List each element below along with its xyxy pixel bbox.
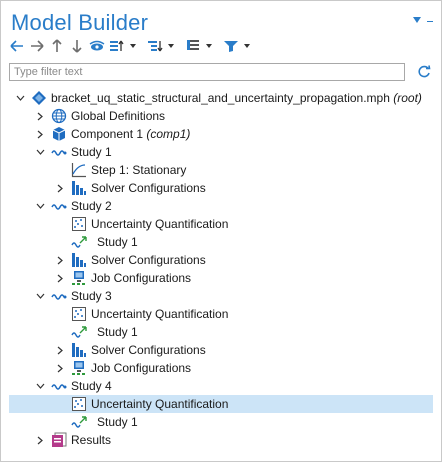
solver-icon <box>71 252 87 268</box>
expand-chevron-icon[interactable] <box>35 107 45 125</box>
uncertainty-quantification-icon <box>71 216 87 232</box>
toolbar <box>9 37 251 55</box>
solver-configurations-label: Solver Configurations <box>91 253 206 267</box>
solver-icon <box>71 180 87 196</box>
results-label: Results <box>71 433 112 447</box>
expand-chevron-icon[interactable] <box>35 431 45 449</box>
job-configurations-icon <box>71 270 87 286</box>
filter-dropdown[interactable] <box>243 38 251 54</box>
refresh-icon[interactable] <box>415 63 433 81</box>
tree-item-study-reference[interactable]: Study 1 <box>9 233 433 251</box>
solver-icon <box>71 342 87 358</box>
collapse-chevron-icon[interactable] <box>35 377 45 395</box>
model-file-icon <box>31 90 47 106</box>
uncertainty-quantification-label: Uncertainty Quantification <box>91 397 229 411</box>
tree-item-uncertainty-quantification-selected[interactable]: Uncertainty Quantification <box>9 395 433 413</box>
study-icon <box>51 144 67 160</box>
tree-item-study-2[interactable]: Study 2 <box>9 197 433 215</box>
collapse-chevron-icon[interactable] <box>35 143 45 161</box>
study-reference-label: Study 1 <box>97 325 138 339</box>
tree-root[interactable]: bracket_uq_static_structural_and_uncerta… <box>9 89 433 107</box>
expand-chevron-icon[interactable] <box>35 125 45 143</box>
collapse-chevron-icon[interactable] <box>35 287 45 305</box>
job-configurations-label: Job Configurations <box>91 271 192 285</box>
tree-item-results[interactable]: Results <box>9 431 433 449</box>
expand-chevron-icon[interactable] <box>55 341 65 359</box>
tree-item-study-1[interactable]: Study 1 <box>9 143 433 161</box>
root-name: bracket_uq_static_structural_and_uncerta… <box>51 91 390 105</box>
tree-item-job-configurations[interactable]: Job Configurations <box>9 269 433 287</box>
study-icon <box>51 288 67 304</box>
filter-icon[interactable] <box>223 38 239 54</box>
list-dropdown[interactable] <box>205 38 213 54</box>
expand-icon[interactable] <box>147 38 163 54</box>
uncertainty-quantification-label: Uncertainty Quantification <box>91 217 229 231</box>
tree-item-uncertainty-quantification[interactable]: Uncertainty Quantification <box>9 305 433 323</box>
tree-item-study-3[interactable]: Study 3 <box>9 287 433 305</box>
tree-item-component-1[interactable]: Component 1 (comp1) <box>9 125 433 143</box>
tree-item-study-4[interactable]: Study 4 <box>9 377 433 395</box>
panel-controls <box>413 17 433 23</box>
study-icon <box>51 378 67 394</box>
collapse-chevron-icon[interactable] <box>15 89 25 107</box>
study-reference-icon <box>71 234 87 250</box>
uncertainty-quantification-icon <box>71 396 87 412</box>
arrow-right-icon[interactable] <box>29 38 45 54</box>
tree-item-study-reference[interactable]: Study 1 <box>9 413 433 431</box>
expand-chevron-icon[interactable] <box>55 251 65 269</box>
tree-item-solver-configurations[interactable]: Solver Configurations <box>9 179 433 197</box>
uncertainty-quantification-label: Uncertainty Quantification <box>91 307 229 321</box>
study-4-label: Study 4 <box>71 379 112 393</box>
globe-icon <box>51 108 67 124</box>
tree-item-solver-configurations[interactable]: Solver Configurations <box>9 251 433 269</box>
panel-menu-icon[interactable] <box>413 17 421 23</box>
job-configurations-icon <box>71 360 87 376</box>
arrow-down-icon[interactable] <box>69 38 85 54</box>
tree-item-job-configurations[interactable]: Job Configurations <box>9 359 433 377</box>
list-icon[interactable] <box>185 38 201 54</box>
tree-item-solver-configurations[interactable]: Solver Configurations <box>9 341 433 359</box>
filter-input[interactable] <box>9 63 405 81</box>
collapse-chevron-icon[interactable] <box>35 197 45 215</box>
study-reference-label: Study 1 <box>97 415 138 429</box>
global-definitions-label: Global Definitions <box>71 109 166 123</box>
uncertainty-quantification-icon <box>71 306 87 322</box>
minimize-icon[interactable] <box>427 20 433 22</box>
job-configurations-label: Job Configurations <box>91 361 192 375</box>
step-1-label: Step 1: Stationary <box>91 163 187 177</box>
expand-chevron-icon[interactable] <box>55 179 65 197</box>
solver-configurations-label: Solver Configurations <box>91 181 206 195</box>
tree-item-study-reference[interactable]: Study 1 <box>9 323 433 341</box>
arrow-up-icon[interactable] <box>49 38 65 54</box>
study-3-label: Study 3 <box>71 289 112 303</box>
component-label: Component 1 <box>71 127 144 141</box>
expand-dropdown[interactable] <box>167 38 175 54</box>
sort-dropdown[interactable] <box>129 38 137 54</box>
component-cube-icon <box>51 126 67 142</box>
expand-chevron-icon[interactable] <box>55 269 65 287</box>
sort-icon[interactable] <box>109 38 125 54</box>
expand-chevron-icon[interactable] <box>55 359 65 377</box>
component-tag: (comp1) <box>146 127 191 141</box>
results-icon <box>51 432 67 448</box>
panel-title: Model Builder <box>11 10 149 35</box>
study-reference-label: Study 1 <box>97 235 138 249</box>
tree-item-global-definitions[interactable]: Global Definitions <box>9 107 433 125</box>
study-reference-icon <box>71 414 87 430</box>
stationary-step-icon <box>71 162 87 178</box>
study-reference-icon <box>71 324 87 340</box>
root-suffix: (root) <box>393 91 422 105</box>
solver-configurations-label: Solver Configurations <box>91 343 206 357</box>
tree-item-step-1[interactable]: Step 1: Stationary <box>9 161 433 179</box>
arrow-left-icon[interactable] <box>9 38 25 54</box>
eye-icon[interactable] <box>89 38 105 54</box>
study-1-label: Study 1 <box>71 145 112 159</box>
tree-item-uncertainty-quantification[interactable]: Uncertainty Quantification <box>9 215 433 233</box>
model-builder-panel: Model Builder Type filter text bracket_u… <box>0 0 442 462</box>
study-icon <box>51 198 67 214</box>
study-2-label: Study 2 <box>71 199 112 213</box>
